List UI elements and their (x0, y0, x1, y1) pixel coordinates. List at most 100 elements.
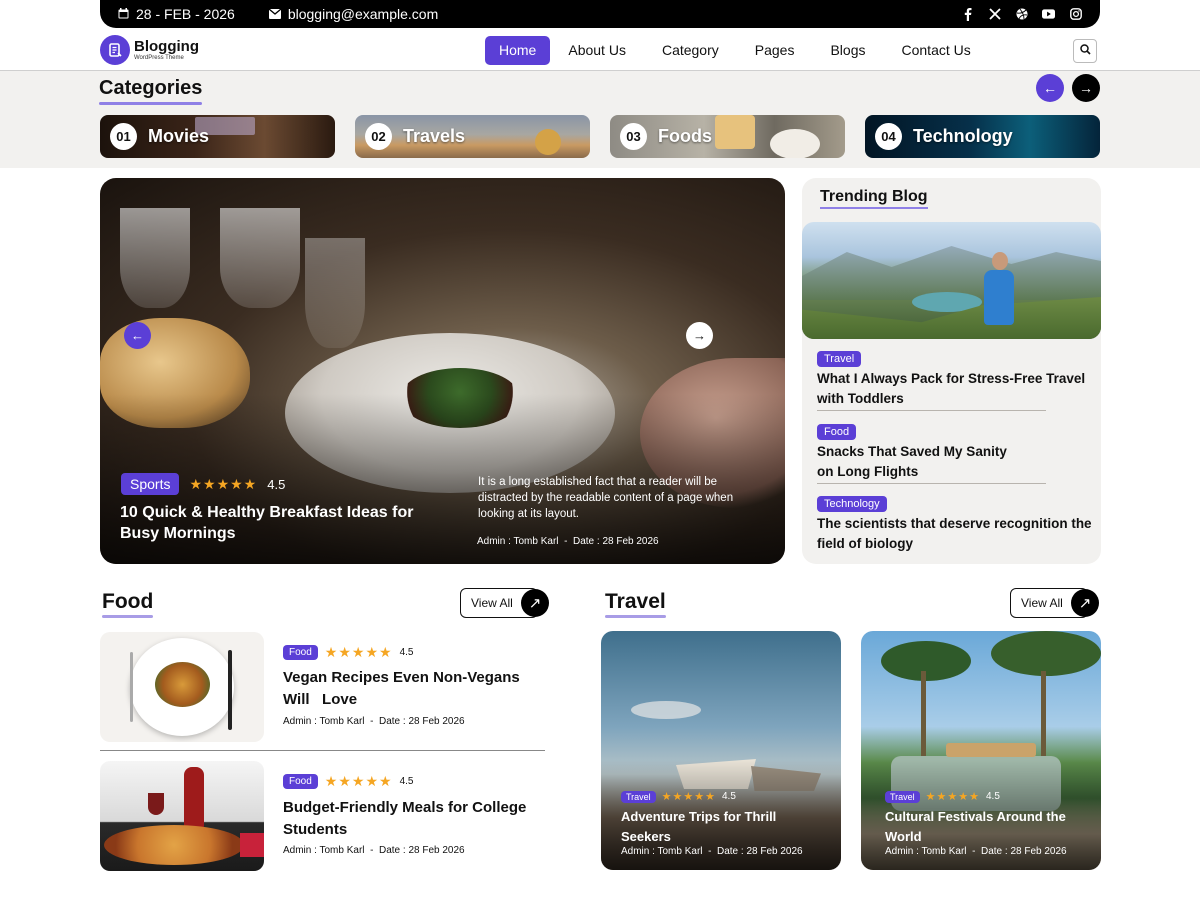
food-post-meta: Food ★★★★★ 4.5 (283, 644, 413, 661)
categories-title: Categories (99, 77, 203, 105)
facebook-icon[interactable] (961, 7, 974, 21)
category-number: 02 (365, 123, 392, 150)
byline-separator: - (370, 845, 374, 856)
travel-badge[interactable]: Travel (621, 790, 656, 803)
hero-title[interactable]: 10 Quick & Healthy Breakfast Ideas for B… (120, 502, 420, 544)
category-card-movies[interactable]: 01 Movies (100, 115, 335, 158)
view-all-label: View All (471, 596, 513, 610)
nav-item-home[interactable]: Home (485, 36, 551, 65)
search-button[interactable] (1073, 39, 1097, 63)
travel-post-byline: Admin : Tomb Karl - Date : 28 Feb 2026 (621, 846, 803, 857)
category-card-foods[interactable]: 03 Foods (610, 115, 845, 158)
category-number: 01 (110, 123, 137, 150)
category-name: Foods (658, 126, 712, 146)
divider (817, 410, 1046, 411)
logo-icon (100, 35, 130, 65)
author: Admin : Tomb Karl (885, 846, 967, 857)
rating-value: 4.5 (721, 791, 736, 802)
hero-prev-button[interactable]: ← (124, 322, 151, 349)
nav-item-pages[interactable]: Pages (737, 36, 813, 65)
food-section-title: Food (102, 590, 154, 618)
travel-view-all-button[interactable]: View All ↗ (1010, 588, 1099, 618)
food-view-all-button[interactable]: View All ↗ (460, 588, 549, 618)
arrow-left-icon: ← (1043, 80, 1057, 96)
nav-item-category[interactable]: Category (644, 36, 737, 65)
trending-badge[interactable]: Food (817, 424, 857, 440)
hero-next-button[interactable]: → (686, 322, 713, 349)
trending-badge[interactable]: Technology (817, 496, 887, 512)
categories-prev-button[interactable]: ← (1036, 74, 1064, 102)
travel-post-meta: Travel ★★★★★ 4.5 (885, 790, 1000, 803)
trending-blog-panel: Trending Blog Travel What I Always Pack … (802, 178, 1101, 564)
travel-section-title-text: Travel (605, 590, 666, 613)
brand-tagline: WordPress Theme (134, 55, 184, 61)
arrow-up-right-icon: ↗ (521, 589, 549, 617)
food-post-image[interactable] (100, 632, 264, 742)
travel-post-title[interactable]: Cultural Festivals Around the World (885, 807, 1090, 847)
post-date: Date : 28 Feb 2026 (378, 716, 465, 727)
travel-post-byline: Admin : Tomb Karl - Date : 28 Feb 2026 (885, 846, 1067, 857)
travel-badge[interactable]: Travel (885, 790, 920, 803)
travel-post-card[interactable]: Travel ★★★★★ 4.5 Adventure Trips for Thr… (601, 631, 841, 870)
nav-item-about-us[interactable]: About Us (550, 36, 644, 65)
rating-value: 4.5 (985, 791, 1000, 802)
dribbble-icon[interactable] (1015, 8, 1028, 21)
arrow-left-icon: ← (131, 328, 144, 343)
email-display[interactable]: blogging@example.com (268, 6, 438, 22)
trending-item-title[interactable]: Snacks That Saved My Sanity on Long Flig… (817, 442, 1017, 482)
food-post-byline: Admin : Tomb Karl - Date : 28 Feb 2026 (283, 845, 465, 856)
food-post-image[interactable] (100, 761, 264, 871)
x-icon[interactable] (988, 8, 1001, 21)
trending-image[interactable] (802, 222, 1101, 339)
trending-badge[interactable]: Travel (817, 351, 862, 367)
site-logo[interactable]: Blogging WordPress Theme (100, 35, 199, 65)
instagram-icon[interactable] (1069, 8, 1082, 21)
nav-item-blogs[interactable]: Blogs (812, 36, 883, 65)
travel-post-card[interactable]: Travel ★★★★★ 4.5 Cultural Festivals Arou… (861, 631, 1101, 870)
rating-value: 4.5 (399, 776, 414, 787)
nav-item-contact-us[interactable]: Contact Us (884, 36, 989, 65)
envelope-icon (268, 6, 282, 22)
category-card-travels[interactable]: 02 Travels (355, 115, 590, 158)
trending-item[interactable]: Travel What I Always Pack for Stress-Fre… (817, 349, 1092, 409)
hero-slider[interactable]: ← → Sports ★★★★★ 4.5 10 Quick & Healthy … (100, 178, 785, 564)
hero-category-badge[interactable]: Sports (121, 473, 180, 495)
food-post-byline: Admin : Tomb Karl - Date : 28 Feb 2026 (283, 716, 465, 727)
categories-title-text: Categories (99, 77, 203, 99)
trending-item-title[interactable]: What I Always Pack for Stress-Free Trave… (817, 369, 1092, 409)
byline-separator: - (564, 536, 568, 547)
trending-item[interactable]: Technology The scientists that deserve r… (817, 494, 1092, 554)
trending-item[interactable]: Food Snacks That Saved My Sanity on Long… (817, 422, 1092, 482)
social-links (961, 7, 1082, 21)
byline-separator: - (708, 846, 712, 857)
author: Admin : Tomb Karl (477, 536, 559, 547)
hero-description: It is a long established fact that a rea… (478, 476, 734, 520)
trending-title-text: Trending Blog (820, 188, 928, 205)
post-date: Date : 28 Feb 2026 (378, 845, 465, 856)
food-post-title[interactable]: Budget-Friendly Meals for College Studen… (283, 797, 543, 841)
divider (100, 750, 545, 751)
food-badge[interactable]: Food (283, 645, 318, 660)
food-post-meta: Food ★★★★★ 4.5 (283, 773, 413, 790)
main-navigation: Blogging WordPress Theme Home About Us C… (0, 28, 1200, 71)
arrow-right-icon: → (1079, 80, 1093, 96)
post-date: Date : 28 Feb 2026 (980, 846, 1067, 857)
food-post-title[interactable]: Vegan Recipes Even Non-Vegans Will Love (283, 667, 533, 711)
youtube-icon[interactable] (1042, 8, 1055, 21)
travel-post-title[interactable]: Adventure Trips for Thrill Seekers (621, 807, 826, 847)
hero-rating-value: 4.5 (267, 476, 286, 492)
trending-title: Trending Blog (820, 188, 928, 209)
byline-separator: - (972, 846, 976, 857)
trending-item-title[interactable]: The scientists that deserve recognition … (817, 514, 1092, 554)
categories-next-button[interactable]: → (1072, 74, 1100, 102)
arrow-up-right-icon: ↗ (1071, 589, 1099, 617)
category-card-technology[interactable]: 04 Technology (865, 115, 1100, 158)
rating-stars-icon: ★★★★★ (324, 644, 393, 660)
food-badge[interactable]: Food (283, 774, 318, 789)
category-name: Technology (913, 126, 1013, 146)
category-name: Travels (403, 126, 466, 146)
category-name: Movies (148, 126, 210, 146)
arrow-right-icon: → (693, 328, 706, 343)
date-display: 28 - FEB - 2026 (118, 6, 235, 22)
search-icon (1079, 42, 1091, 60)
